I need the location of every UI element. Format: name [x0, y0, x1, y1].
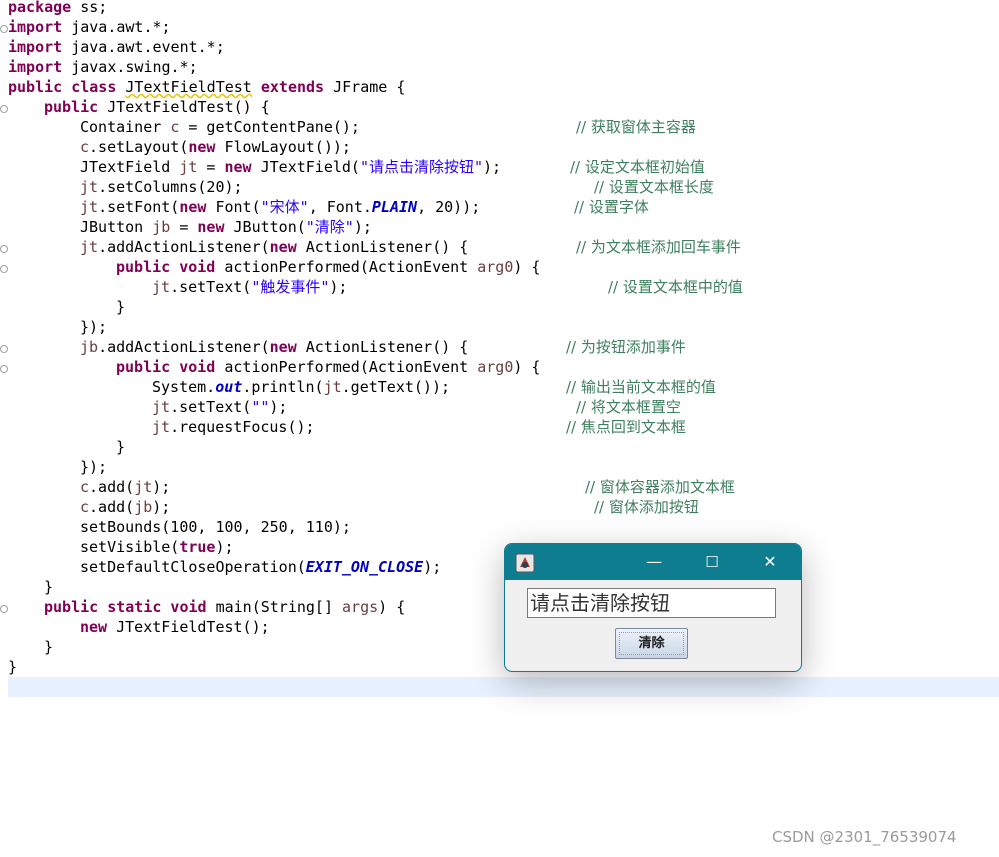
code-comment: // 输出当前文本框的值: [566, 378, 716, 396]
code-comment: // 设置文本框长度: [594, 178, 714, 196]
code-comment: // 设置字体: [574, 198, 649, 216]
code-line: package ss;: [8, 0, 108, 16]
minimize-button[interactable]: —: [631, 544, 677, 580]
code-line: setDefaultCloseOperation(EXIT_ON_CLOSE);: [80, 558, 442, 576]
code-comment: // 设置文本框中的值: [608, 278, 743, 296]
swing-app-window[interactable]: — ☐ ✕ 请点击清除按钮 清除: [504, 543, 802, 672]
editor-gutter: [0, 0, 8, 700]
code-comment: // 窗体添加按钮: [594, 498, 699, 516]
code-line: jt.setColumns(20);: [80, 178, 243, 196]
focus-ring: [619, 632, 684, 655]
code-line: JButton jb = new JButton("清除");: [80, 218, 372, 236]
code-comment: // 为按钮添加事件: [566, 338, 686, 356]
watermark: CSDN @2301_76539074: [772, 828, 957, 846]
code-line: new JTextFieldTest();: [80, 618, 270, 636]
maximize-button[interactable]: ☐: [689, 544, 735, 580]
code-line: c.setLayout(new FlowLayout());: [80, 138, 351, 156]
code-line: }: [44, 638, 54, 656]
text-field-value: 请点击清除按钮: [530, 591, 670, 615]
code-line: }: [116, 438, 126, 456]
code-editor[interactable]: package ss; import java.awt.*; import ja…: [0, 0, 999, 857]
clear-button[interactable]: 清除: [615, 628, 688, 659]
code-line: c.add(jb);: [80, 498, 171, 516]
code-line: import javax.swing.*;: [8, 58, 198, 76]
code-line: JTextField jt = new JTextField("请点击清除按钮"…: [80, 158, 502, 176]
code-line: jb.addActionListener(new ActionListener(…: [80, 338, 469, 356]
fold-marker-icon[interactable]: [0, 25, 8, 33]
code-line: }: [8, 658, 18, 676]
fold-marker-icon[interactable]: [0, 345, 8, 353]
code-line: jt.requestFocus();: [152, 418, 315, 436]
fold-marker-icon[interactable]: [0, 105, 8, 113]
code-line: Container c = getContentPane();: [80, 118, 360, 136]
code-line: c.add(jt);: [80, 478, 171, 496]
code-comment: // 将文本框置空: [576, 398, 681, 416]
code-line: jt.setFont(new Font("宋体", Font.PLAIN, 20…: [80, 198, 481, 216]
java-app-icon: [515, 553, 535, 573]
code-line: import java.awt.*;: [8, 18, 171, 36]
code-comment: // 为文本框添加回车事件: [576, 238, 741, 256]
code-line: System.out.println(jt.getText());: [152, 378, 451, 396]
code-line: jt.addActionListener(new ActionListener(…: [80, 238, 469, 256]
code-line: }: [116, 298, 126, 316]
fold-marker-icon[interactable]: [0, 605, 8, 613]
code-comment: // 窗体容器添加文本框: [585, 478, 735, 496]
code-line: public void actionPerformed(ActionEvent …: [116, 358, 541, 376]
text-field[interactable]: 请点击清除按钮: [527, 588, 776, 618]
code-line: });: [80, 458, 108, 476]
code-line: import java.awt.event.*;: [8, 38, 225, 56]
fold-marker-icon[interactable]: [0, 365, 8, 373]
code-line: public JTextFieldTest() {: [44, 98, 270, 116]
close-button[interactable]: ✕: [747, 544, 793, 580]
current-line-highlight: [8, 677, 999, 697]
code-comment: // 设定文本框初始值: [570, 158, 705, 176]
window-title-bar[interactable]: — ☐ ✕: [505, 544, 801, 580]
code-line: jt.setText("触发事件");: [152, 278, 348, 296]
code-comment: // 获取窗体主容器: [576, 118, 696, 136]
code-line: jt.setText("");: [152, 398, 288, 416]
code-line: setBounds(100, 100, 250, 110);: [80, 518, 351, 536]
code-line: public class JTextFieldTest extends JFra…: [8, 78, 406, 96]
code-line: public void actionPerformed(ActionEvent …: [116, 258, 541, 276]
code-comment: // 焦点回到文本框: [566, 418, 686, 436]
code-line: setVisible(true);: [80, 538, 234, 556]
code-line: }: [44, 578, 54, 596]
code-line: public static void main(String[] args) {: [44, 598, 406, 616]
fold-marker-icon[interactable]: [0, 245, 8, 253]
code-line: });: [80, 318, 108, 336]
fold-marker-icon[interactable]: [0, 265, 8, 273]
